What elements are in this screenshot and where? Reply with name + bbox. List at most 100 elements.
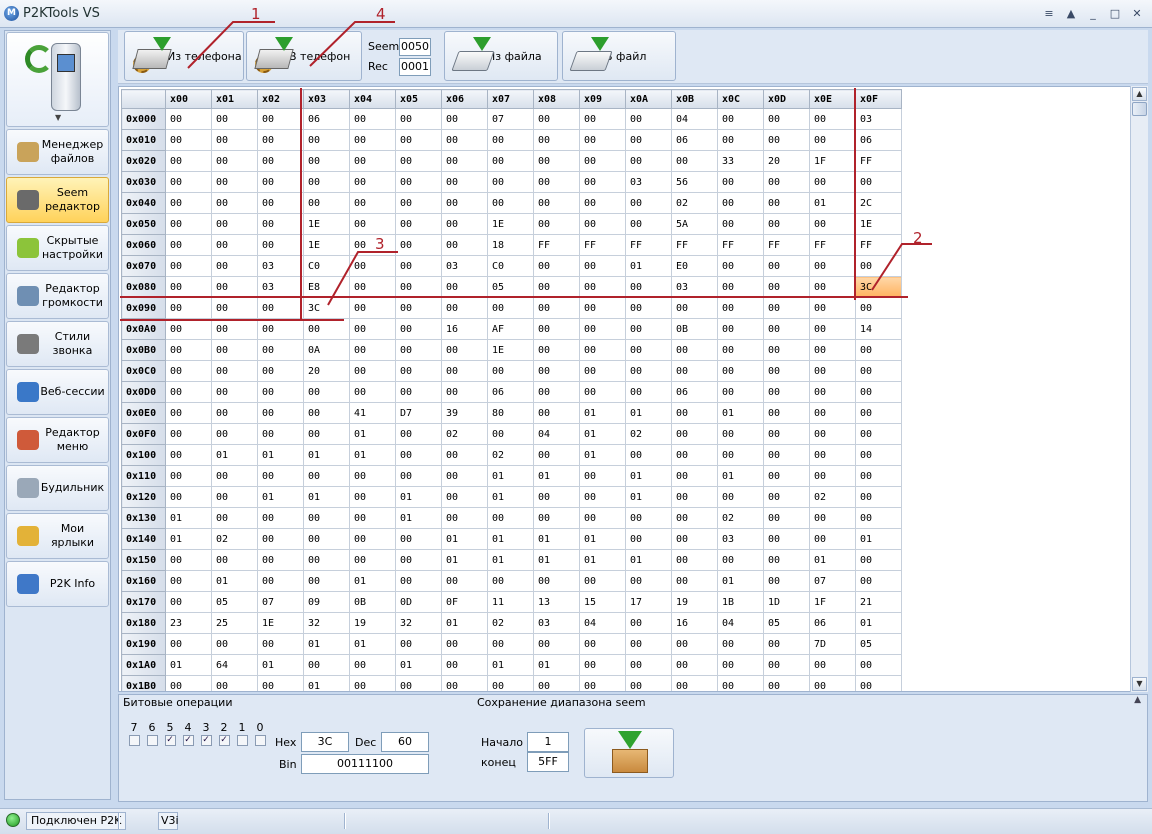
hex-cell[interactable]: 00 — [625, 192, 672, 214]
hex-cell[interactable]: 00 — [257, 108, 304, 130]
hex-cell[interactable]: 18 — [487, 234, 534, 256]
hex-cell[interactable]: 00 — [349, 192, 396, 214]
hex-cell[interactable]: 00 — [303, 402, 350, 424]
hex-cell[interactable]: 00 — [487, 633, 534, 655]
hex-cell[interactable]: 00 — [763, 318, 810, 340]
hex-cell[interactable]: 00 — [211, 276, 258, 298]
hex-cell[interactable]: 00 — [441, 213, 488, 235]
hex-cell[interactable]: 00 — [579, 507, 626, 529]
hex-cell[interactable]: 01 — [533, 465, 580, 487]
hex-cell[interactable]: 00 — [809, 129, 856, 151]
hex-cell[interactable]: 00 — [257, 213, 304, 235]
hex-cell[interactable]: 06 — [671, 129, 718, 151]
hex-cell[interactable]: 00 — [717, 171, 764, 193]
hex-cell[interactable]: 00 — [579, 486, 626, 508]
scroll-thumb[interactable] — [1132, 102, 1147, 116]
hex-cell[interactable]: 00 — [165, 570, 212, 592]
hex-cell[interactable]: 00 — [763, 339, 810, 361]
hex-cell[interactable]: 1E — [303, 234, 350, 256]
hex-cell[interactable]: 00 — [349, 171, 396, 193]
hex-cell[interactable]: 00 — [211, 318, 258, 340]
write-to-phone-button[interactable]: В телефон — [246, 31, 362, 81]
hex-cell[interactable]: 00 — [579, 654, 626, 676]
hex-cell[interactable]: 01 — [395, 507, 442, 529]
hex-cell[interactable]: 07 — [487, 108, 534, 130]
hex-cell[interactable]: 11 — [487, 591, 534, 613]
hex-cell[interactable]: 00 — [349, 255, 396, 277]
hex-cell[interactable]: 00 — [303, 654, 350, 676]
hex-cell[interactable]: 00 — [625, 654, 672, 676]
hex-cell[interactable]: 00 — [579, 570, 626, 592]
hex-cell[interactable]: 01 — [349, 570, 396, 592]
hex-cell[interactable]: 00 — [257, 150, 304, 172]
hex-cell[interactable]: 00 — [441, 339, 488, 361]
hex-cell[interactable]: 02 — [717, 507, 764, 529]
hex-cell[interactable]: 00 — [855, 549, 902, 571]
hex-cell[interactable]: 00 — [487, 297, 534, 319]
hex-cell[interactable]: 01 — [579, 444, 626, 466]
scroll-up-icon[interactable]: ▲ — [1132, 87, 1147, 101]
hex-cell[interactable]: 00 — [349, 318, 396, 340]
hex-cell[interactable]: 00 — [303, 549, 350, 571]
hex-cell[interactable]: 07 — [257, 591, 304, 613]
hex-cell[interactable]: C0 — [303, 255, 350, 277]
hex-cell[interactable]: 00 — [671, 507, 718, 529]
hex-cell[interactable]: 00 — [855, 171, 902, 193]
hex-cell[interactable]: 00 — [211, 234, 258, 256]
hex-cell[interactable]: 06 — [671, 381, 718, 403]
hex-cell[interactable]: 01 — [625, 549, 672, 571]
hex-cell[interactable]: 00 — [717, 654, 764, 676]
hex-cell[interactable]: 00 — [349, 297, 396, 319]
hex-cell[interactable]: 00 — [533, 213, 580, 235]
hex-cell[interactable]: 00 — [349, 150, 396, 172]
hex-cell[interactable]: 00 — [763, 108, 810, 130]
hex-cell[interactable]: 01 — [441, 528, 488, 550]
hex-cell[interactable]: 00 — [303, 318, 350, 340]
seem-number-input[interactable]: 0050 — [399, 38, 431, 56]
hex-cell[interactable]: 16 — [671, 612, 718, 634]
hex-cell[interactable]: 00 — [165, 339, 212, 361]
hex-cell[interactable]: 00 — [625, 633, 672, 655]
hex-cell[interactable]: 00 — [165, 192, 212, 214]
hex-cell[interactable]: 03 — [257, 255, 304, 277]
hex-cell[interactable]: 20 — [763, 150, 810, 172]
hex-cell[interactable]: 03 — [625, 171, 672, 193]
hex-cell[interactable]: FF — [533, 234, 580, 256]
hex-cell[interactable]: 00 — [717, 549, 764, 571]
sidebar-item-7[interactable]: Редактор меню — [6, 417, 109, 463]
hex-cell[interactable]: 01 — [487, 465, 534, 487]
hex-cell[interactable]: 04 — [717, 612, 764, 634]
hex-cell[interactable]: 00 — [441, 150, 488, 172]
hex-cell[interactable]: 00 — [441, 297, 488, 319]
hex-cell[interactable]: 00 — [165, 465, 212, 487]
hex-cell[interactable]: 00 — [211, 339, 258, 361]
hex-cell[interactable]: 00 — [809, 423, 856, 445]
hex-cell[interactable]: 00 — [809, 381, 856, 403]
bit-checkbox[interactable]: ✓ — [218, 735, 230, 746]
hex-cell[interactable]: 00 — [763, 444, 810, 466]
hex-cell[interactable]: 01 — [349, 444, 396, 466]
rec-number-input[interactable]: 0001 — [399, 58, 431, 76]
hex-cell[interactable]: 00 — [533, 570, 580, 592]
hex-cell[interactable]: 00 — [533, 297, 580, 319]
hex-cell[interactable]: FF — [671, 234, 718, 256]
hex-cell[interactable]: 01 — [441, 612, 488, 634]
hex-cell[interactable]: 01 — [349, 633, 396, 655]
hex-cell[interactable]: 00 — [349, 675, 396, 691]
hex-cell[interactable]: 41 — [349, 402, 396, 424]
hex-cell[interactable]: 00 — [257, 507, 304, 529]
hex-cell[interactable]: 00 — [717, 339, 764, 361]
hex-cell[interactable]: 0B — [349, 591, 396, 613]
chevron-down-icon[interactable]: ▼ — [55, 113, 61, 122]
hex-cell[interactable]: 00 — [165, 423, 212, 445]
hex-cell[interactable]: 00 — [579, 276, 626, 298]
hex-cell[interactable]: 00 — [165, 549, 212, 571]
hex-cell[interactable]: 00 — [395, 234, 442, 256]
hex-cell[interactable]: 00 — [533, 633, 580, 655]
hex-cell[interactable]: 00 — [763, 549, 810, 571]
hex-cell[interactable]: 00 — [809, 465, 856, 487]
collapse-panel-icon[interactable]: ▲ — [1134, 695, 1141, 705]
hex-cell[interactable]: 01 — [579, 423, 626, 445]
hex-cell[interactable]: 00 — [165, 633, 212, 655]
hex-cell[interactable]: FF — [855, 234, 902, 256]
